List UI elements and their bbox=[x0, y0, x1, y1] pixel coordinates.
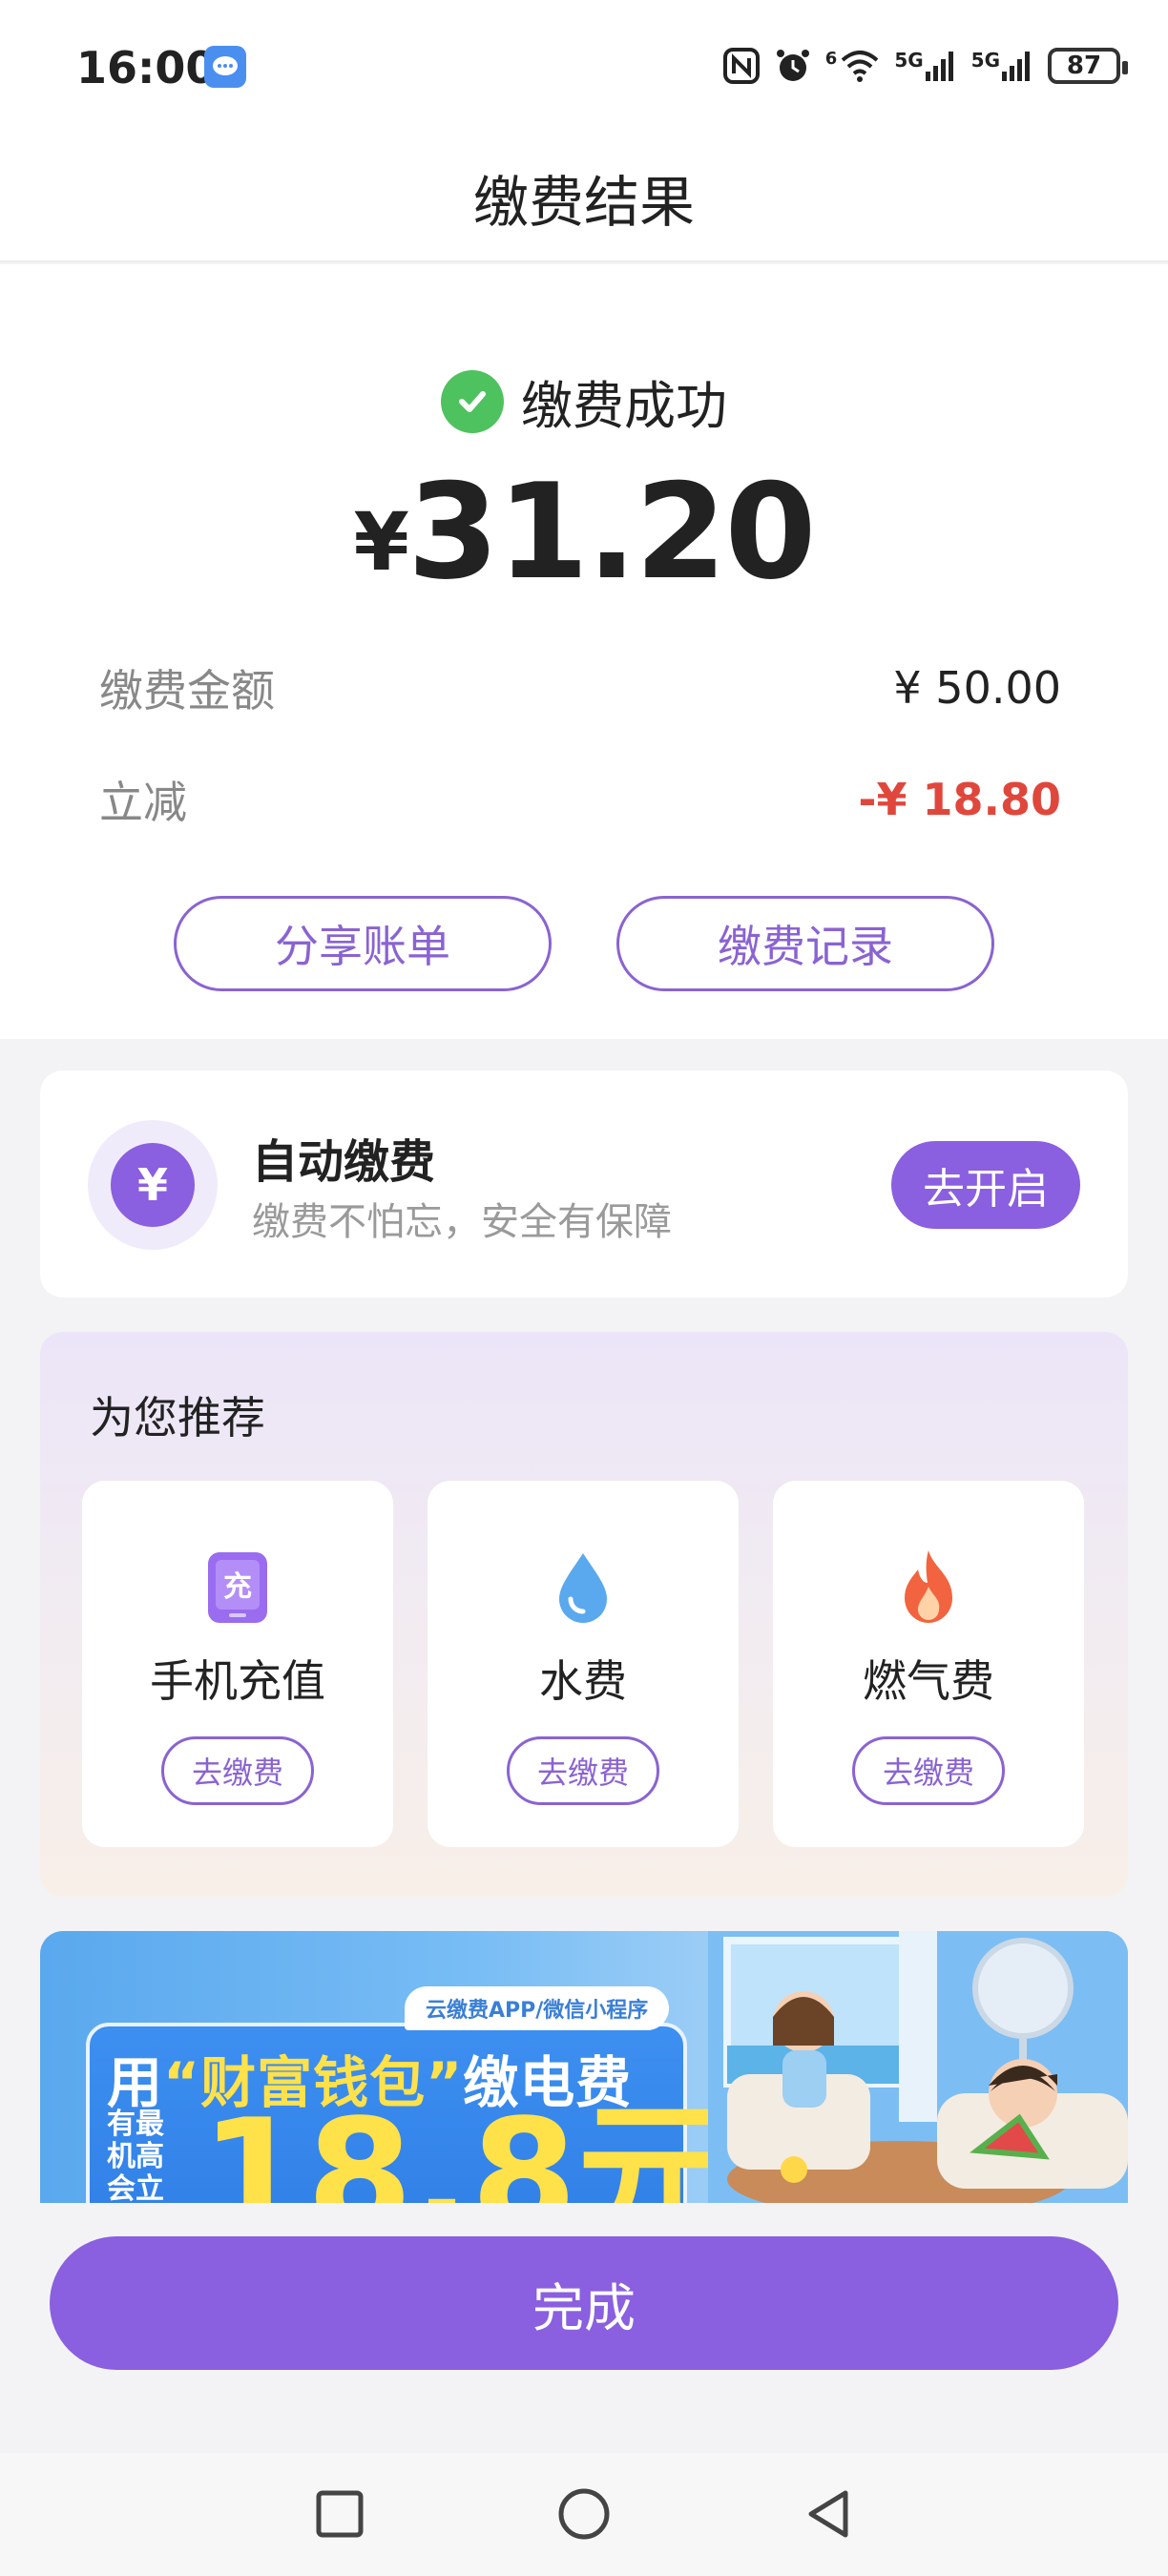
promo-small-text: 有最机高会立 bbox=[107, 2108, 164, 2204]
recommend-item-gas[interactable]: 燃气费 去缴费 bbox=[773, 1481, 1084, 1847]
detail-value: ¥ 50.00 bbox=[893, 662, 1061, 714]
system-nav-bar bbox=[0, 2453, 1168, 2576]
promo-banner[interactable]: 云缴费APP/微信小程序 用“财富钱包”缴电费 有最机高会立 18.8元 bbox=[40, 1931, 1128, 2203]
auto-pay-subtitle: 缴费不怕忘，安全有保障 bbox=[252, 1200, 672, 1244]
battery-level: 87 bbox=[1066, 52, 1102, 80]
page-title: 缴费结果 bbox=[472, 169, 695, 235]
signal-icon: 5G bbox=[894, 49, 957, 83]
wifi-generation: 6 bbox=[824, 49, 838, 69]
recommend-section: 为您推荐 充 手机充值 去缴费 水费 去缴费 燃气费 去缴费 bbox=[40, 1332, 1128, 1897]
recommend-item-label: 手机充值 bbox=[150, 1655, 325, 1707]
success-text: 缴费成功 bbox=[521, 376, 727, 436]
signal-icon: 5G bbox=[971, 49, 1034, 83]
status-bar: 16:00 6 5G 5G 87 bbox=[0, 0, 1168, 134]
promo-illustration bbox=[708, 1931, 1128, 2203]
status-time: 16:00 bbox=[76, 42, 217, 93]
recharge-icon-glyph: 充 bbox=[223, 1570, 252, 1604]
detail-row-discount: 立减 -¥ 18.80 bbox=[99, 771, 1061, 828]
promo-big-text: 18.8元 bbox=[200, 2086, 730, 2204]
flame-icon bbox=[892, 1549, 965, 1626]
home-icon[interactable] bbox=[550, 2480, 618, 2548]
recent-apps-icon[interactable] bbox=[305, 2480, 374, 2548]
recommend-item-label: 燃气费 bbox=[863, 1655, 994, 1707]
auto-pay-icon-wrap: ¥ bbox=[88, 1120, 218, 1250]
network-label-1: 5G bbox=[894, 49, 924, 72]
promo-tag: 云缴费APP/微信小程序 bbox=[405, 1986, 670, 2030]
alarm-icon bbox=[774, 47, 812, 85]
amount-value: 31.20 bbox=[407, 455, 817, 609]
detail-label: 立减 bbox=[99, 777, 187, 828]
done-button[interactable]: 完成 bbox=[50, 2236, 1118, 2370]
pay-button[interactable]: 去缴费 bbox=[161, 1736, 314, 1805]
water-drop-icon bbox=[547, 1549, 619, 1626]
paid-amount: ¥31.20 bbox=[0, 455, 1168, 609]
check-circle-icon bbox=[441, 369, 504, 433]
detail-value: -¥ 18.80 bbox=[858, 774, 1061, 825]
success-row: 缴费成功 bbox=[0, 364, 1168, 439]
recommend-item-water[interactable]: 水费 去缴费 bbox=[428, 1481, 739, 1847]
phone-recharge-icon: 充 bbox=[201, 1549, 274, 1626]
status-icons: 6 5G 5G 87 bbox=[722, 42, 1128, 90]
nfc-icon bbox=[722, 47, 761, 85]
auto-pay-title: 自动缴费 bbox=[252, 1135, 436, 1189]
payment-result-section: 缴费成功 ¥31.20 缴费金额 ¥ 50.00 立减 -¥ 18.80 分享账… bbox=[0, 264, 1168, 1039]
back-icon[interactable] bbox=[794, 2480, 863, 2548]
recommend-item-label: 水费 bbox=[539, 1655, 627, 1707]
wifi-icon: 6 bbox=[825, 49, 882, 83]
pay-button[interactable]: 去缴费 bbox=[852, 1736, 1005, 1805]
pay-button[interactable]: 去缴费 bbox=[507, 1736, 659, 1805]
chat-bubble-icon bbox=[204, 46, 246, 88]
yen-icon: ¥ bbox=[111, 1143, 195, 1227]
currency-symbol: ¥ bbox=[353, 495, 409, 589]
detail-row-total: 缴费金额 ¥ 50.00 bbox=[99, 659, 1061, 717]
battery-icon: 87 bbox=[1048, 48, 1128, 84]
enable-auto-pay-button[interactable]: 去开启 bbox=[891, 1141, 1080, 1229]
recommend-item-phone-recharge[interactable]: 充 手机充值 去缴费 bbox=[82, 1481, 393, 1847]
recommend-title: 为您推荐 bbox=[90, 1392, 265, 1444]
auto-pay-card: ¥ 自动缴费 缴费不怕忘，安全有保障 去开启 bbox=[40, 1070, 1128, 1298]
network-label-2: 5G bbox=[970, 49, 1000, 72]
promo-headline-prefix: 用 bbox=[107, 2050, 164, 2115]
detail-label: 缴费金额 bbox=[99, 665, 275, 717]
page-header: 缴费结果 bbox=[0, 134, 1168, 262]
share-bill-button[interactable]: 分享账单 bbox=[174, 896, 552, 991]
payment-records-button[interactable]: 缴费记录 bbox=[616, 896, 994, 991]
